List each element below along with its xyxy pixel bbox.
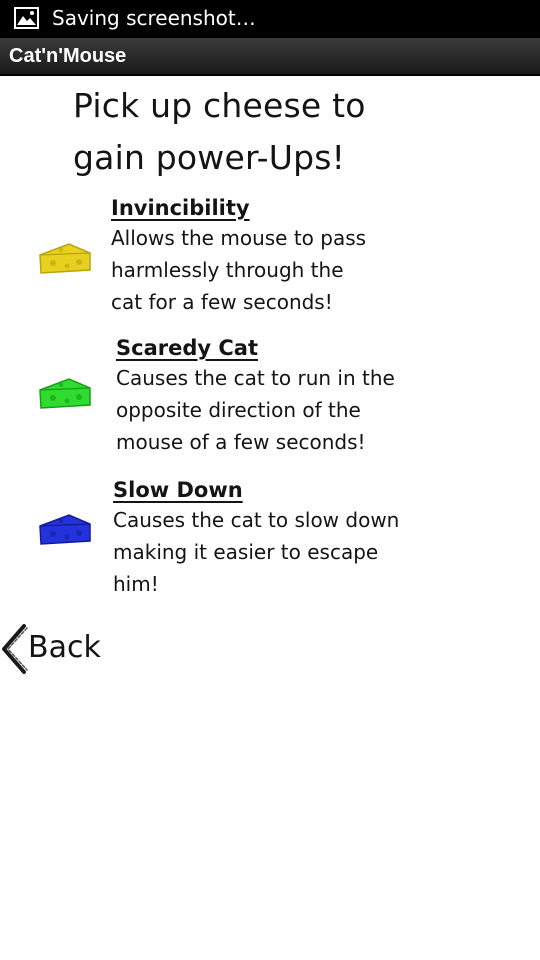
cheese-icon (39, 243, 91, 274)
powerup-description: Allows the mouse to pass harmlessly thro… (111, 226, 367, 314)
app-title: Cat'n'Mouse (9, 45, 127, 67)
image-icon (14, 7, 39, 29)
powerup-name: Slow Down (113, 478, 243, 502)
powerup-name: Scaredy Cat (116, 336, 258, 360)
app-title-bar: Cat'n'Mouse (0, 38, 540, 76)
powerup-name: Invincibility (111, 196, 250, 220)
powerup-scaredy-cat: Scaredy Cat Causes the cat to run in the… (116, 334, 395, 458)
notification-text: Saving screenshot… (52, 6, 256, 30)
back-button[interactable]: Back (0, 620, 101, 676)
back-label: Back (28, 630, 101, 665)
heading-line-2: gain power-Ups! (73, 138, 346, 177)
status-bar: Saving screenshot… (0, 0, 540, 38)
powerup-description: Causes the cat to run in the opposite di… (116, 366, 395, 454)
chevron-left-icon (2, 624, 28, 674)
heading-line-1: Pick up cheese to (73, 86, 366, 125)
powerup-description: Causes the cat to slow down making it ea… (113, 508, 400, 596)
page-heading: Pick up cheese to gain power-Ups! (73, 80, 393, 184)
powerup-slow-down: Slow Down Causes the cat to slow down ma… (113, 476, 399, 600)
cheese-icon (39, 378, 91, 409)
powerup-invincibility: Invincibility Allows the mouse to pass h… (111, 194, 366, 318)
cheese-icon (39, 514, 91, 545)
